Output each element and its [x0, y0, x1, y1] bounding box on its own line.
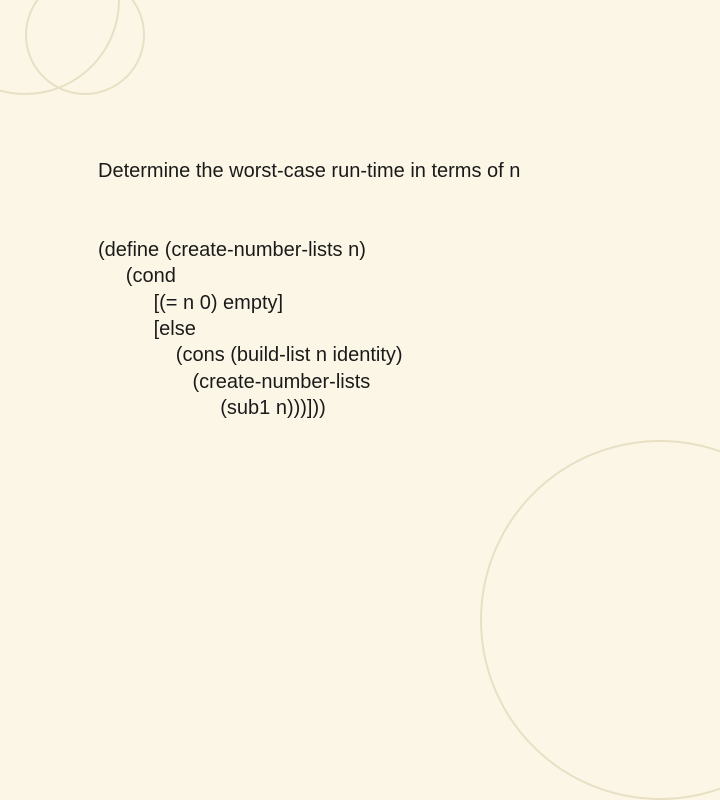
code-line: (cons (build-list n identity) — [98, 344, 403, 366]
code-line: (create-number-lists — [98, 371, 370, 393]
decorative-curve-bottom — [480, 440, 720, 800]
slide-content: Determine the worst-case run-time in ter… — [98, 158, 658, 422]
code-line: (sub1 n)))])) — [98, 397, 326, 419]
code-line: [else — [98, 318, 196, 340]
code-line: (cond — [98, 265, 176, 287]
code-block: (define (create-number-lists n) (cond [(… — [98, 210, 658, 421]
code-line: [(= n 0) empty] — [98, 292, 283, 314]
code-line: (define (create-number-lists n) — [98, 239, 366, 261]
prompt-text: Determine the worst-case run-time in ter… — [98, 158, 658, 184]
